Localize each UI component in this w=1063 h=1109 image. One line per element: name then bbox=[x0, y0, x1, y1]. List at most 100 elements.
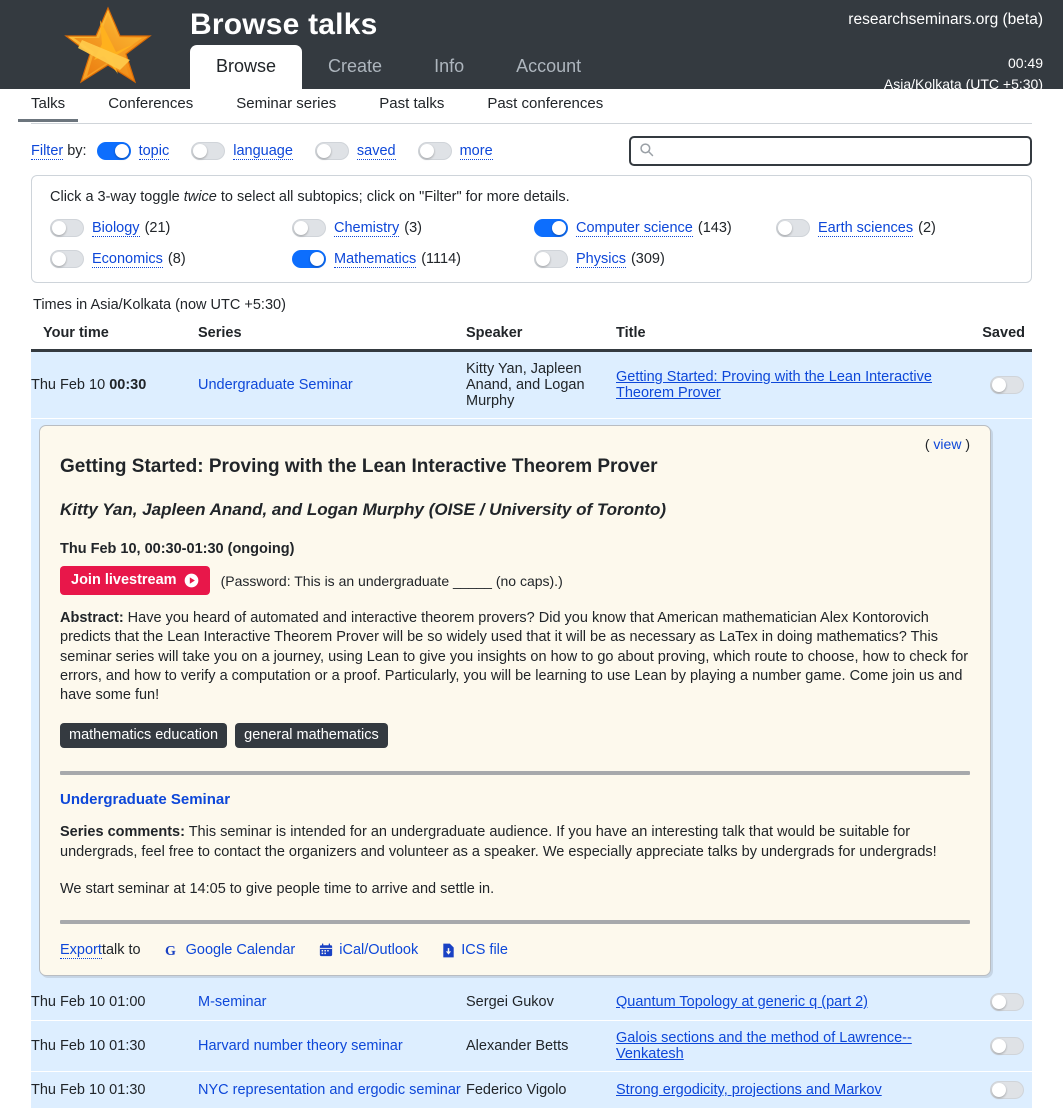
filter-label-language[interactable]: language bbox=[233, 143, 293, 160]
export-ics-file[interactable]: ICS file bbox=[442, 942, 508, 958]
join-livestream-button[interactable]: Join livestream bbox=[60, 566, 210, 595]
play-circle-icon bbox=[184, 573, 199, 588]
cell-saved bbox=[932, 1020, 1032, 1072]
detail-divider-top bbox=[60, 771, 970, 776]
detail-title: Getting Started: Proving with the Lean I… bbox=[60, 456, 658, 477]
topic-label-mathematics[interactable]: Mathematics bbox=[334, 251, 417, 268]
series-link[interactable]: Harvard number theory seminar bbox=[198, 1038, 403, 1054]
view-link[interactable]: view bbox=[933, 436, 961, 452]
table-row[interactable]: Thu Feb 10 01:30 NYC representation and … bbox=[31, 1071, 1032, 1109]
detail-speaker: Kitty Yan, Japleen Anand, and Logan Murp… bbox=[60, 500, 667, 519]
topic-label-physics[interactable]: Physics bbox=[576, 251, 626, 268]
topic-toggle-economics[interactable] bbox=[50, 250, 84, 268]
talk-title-link[interactable]: Galois sections and the method of Lawren… bbox=[616, 1030, 912, 1062]
chip-mathematics-education[interactable]: mathematics education bbox=[60, 723, 228, 749]
star-logo[interactable] bbox=[60, 0, 156, 89]
topic-label-economics[interactable]: Economics bbox=[92, 251, 163, 268]
cell-series: NYC representation and ergodic seminar bbox=[198, 1071, 466, 1109]
tab-account[interactable]: Account bbox=[490, 45, 607, 89]
search-icon bbox=[639, 142, 654, 160]
main-tabs: Browse Create Info Account bbox=[190, 45, 607, 89]
topic-count-biology: (21) bbox=[144, 220, 171, 236]
subtab-seminar-series[interactable]: Seminar series bbox=[236, 89, 336, 121]
table-row[interactable]: Thu Feb 10 01:30 Harvard number theory s… bbox=[31, 1020, 1032, 1072]
topic-label-biology[interactable]: Biology bbox=[92, 220, 140, 237]
talk-title-link[interactable]: Quantum Topology at generic q (part 2) bbox=[616, 994, 868, 1010]
topic-earth-sciences: Earth sciences (2) bbox=[776, 219, 1013, 237]
export-row: Export talk to G Google Calendar iCal/Ou… bbox=[60, 942, 970, 959]
topic-label-computer-science[interactable]: Computer science bbox=[576, 220, 693, 237]
topic-label-chemistry[interactable]: Chemistry bbox=[334, 220, 400, 237]
subtab-past-conferences[interactable]: Past conferences bbox=[487, 89, 603, 121]
topic-toggle-computer-science[interactable] bbox=[534, 219, 568, 237]
filter-toggle-saved[interactable] bbox=[314, 142, 349, 160]
cell-time: Thu Feb 10 01:30 bbox=[31, 1020, 198, 1072]
export-google-calendar[interactable]: G Google Calendar bbox=[165, 942, 296, 958]
talk-detail-panel: ( view ) Getting Started: Proving with t… bbox=[39, 425, 991, 976]
filter-bar: Filter by: topic language saved more bbox=[31, 128, 1032, 174]
save-toggle[interactable] bbox=[990, 1080, 1024, 1099]
series-link[interactable]: M-seminar bbox=[198, 994, 266, 1010]
filter-toggle-more[interactable] bbox=[417, 142, 452, 160]
topic-label-earth-sciences[interactable]: Earth sciences bbox=[818, 220, 914, 237]
subtab-conferences[interactable]: Conferences bbox=[108, 89, 193, 121]
search-input[interactable] bbox=[660, 142, 1022, 160]
filter-toggle-language[interactable] bbox=[191, 142, 226, 160]
filter-label-topic[interactable]: topic bbox=[138, 143, 170, 160]
cell-time: Thu Feb 10 01:00 bbox=[31, 983, 198, 1021]
join-livestream-label: Join livestream bbox=[71, 572, 177, 588]
cell-time: Thu Feb 10 00:30 bbox=[31, 350, 198, 419]
topic-filter-panel: Click a 3-way toggle twice to select all… bbox=[31, 175, 1032, 283]
export-link[interactable]: Export bbox=[60, 942, 102, 959]
filter-label-more[interactable]: more bbox=[459, 143, 493, 160]
talk-title-link[interactable]: Strong ergodicity, projections and Marko… bbox=[616, 1082, 882, 1098]
tab-info[interactable]: Info bbox=[408, 45, 490, 89]
save-toggle[interactable] bbox=[990, 992, 1024, 1011]
topic-toggle-biology[interactable] bbox=[50, 219, 84, 237]
detail-series-link[interactable]: Undergraduate Seminar bbox=[60, 791, 230, 808]
topic-toggle-mathematics[interactable] bbox=[292, 250, 326, 268]
save-toggle[interactable] bbox=[990, 376, 1024, 394]
talk-title-link[interactable]: Getting Started: Proving with the Lean I… bbox=[616, 369, 932, 401]
view-link-wrap: ( view ) bbox=[60, 436, 970, 452]
topic-toggle-physics[interactable] bbox=[534, 250, 568, 268]
app-header: Browse talks Browse Create Info Account … bbox=[0, 0, 1063, 92]
page-title: Browse talks bbox=[190, 8, 378, 41]
abstract-text: Have you heard of automated and interact… bbox=[60, 610, 969, 704]
table-row[interactable]: Thu Feb 10 00:30 Undergraduate Seminar K… bbox=[31, 350, 1032, 419]
topic-toggle-chemistry[interactable] bbox=[292, 219, 326, 237]
export-google-label: Google Calendar bbox=[185, 942, 296, 959]
view-paren-open: ( bbox=[924, 436, 930, 452]
detail-series-note: We start seminar at 14:05 to give people… bbox=[60, 880, 495, 897]
filter-label-saved[interactable]: saved bbox=[356, 143, 396, 160]
topic-toggle-earth-sciences[interactable] bbox=[776, 219, 810, 237]
talk-detail-cell: ( view ) Getting Started: Proving with t… bbox=[31, 418, 1032, 984]
cell-title: Strong ergodicity, projections and Marko… bbox=[616, 1071, 932, 1109]
cell-saved bbox=[932, 1071, 1032, 1109]
topic-count-chemistry: (3) bbox=[404, 220, 422, 236]
export-ical-outlook[interactable]: iCal/Outlook bbox=[319, 942, 418, 958]
filter-toggle-saved-wrap: saved bbox=[314, 142, 396, 160]
tab-create[interactable]: Create bbox=[302, 45, 408, 89]
filter-link[interactable]: Filter bbox=[31, 143, 64, 160]
join-row: Join livestream (Password: This is an un… bbox=[60, 566, 970, 595]
subtab-talks[interactable]: Talks bbox=[17, 89, 79, 122]
filter-toggle-topic[interactable] bbox=[96, 142, 131, 160]
file-download-icon bbox=[442, 943, 455, 958]
topic-chips: mathematics education general mathematic… bbox=[60, 723, 970, 749]
svg-text:G: G bbox=[165, 943, 176, 958]
series-link[interactable]: NYC representation and ergodic seminar bbox=[198, 1082, 461, 1098]
search-box[interactable] bbox=[629, 136, 1032, 166]
subtab-past-talks[interactable]: Past talks bbox=[379, 89, 444, 121]
google-icon: G bbox=[165, 943, 180, 958]
chip-general-mathematics[interactable]: general mathematics bbox=[235, 723, 388, 749]
save-toggle[interactable] bbox=[990, 1036, 1024, 1055]
table-row[interactable]: Thu Feb 10 01:00 M-seminar Sergei Gukov … bbox=[31, 983, 1032, 1021]
topic-grid: Biology (21) Chemistry (3) Computer scie… bbox=[50, 219, 1013, 268]
topic-hint: Click a 3-way toggle twice to select all… bbox=[50, 189, 1013, 205]
tab-browse[interactable]: Browse bbox=[190, 45, 303, 89]
export-ical-label: iCal/Outlook bbox=[339, 942, 419, 959]
site-name[interactable]: researchseminars.org (beta) bbox=[848, 9, 1043, 31]
series-link[interactable]: Undergraduate Seminar bbox=[198, 377, 353, 393]
abstract-label: Abstract: bbox=[60, 610, 124, 626]
